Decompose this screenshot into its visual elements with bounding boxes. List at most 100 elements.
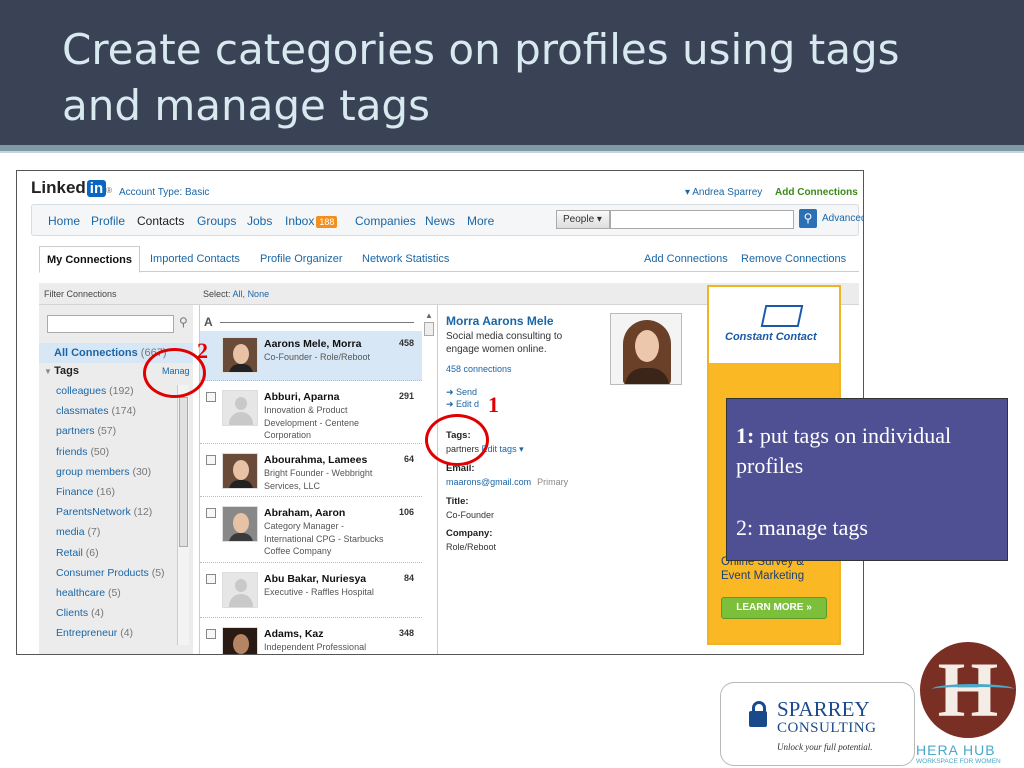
title-label: Title: — [446, 496, 469, 507]
connection-name[interactable]: Abraham, Aaron — [264, 507, 345, 519]
tag-name: friends — [56, 445, 88, 458]
advanced-search-link[interactable]: Advanced — [822, 213, 863, 224]
tag-count: (5) — [107, 586, 121, 599]
slide-title: Create categories on profiles using tags… — [62, 25, 900, 130]
connection-title: Category Manager - International CPG - S… — [264, 521, 384, 556]
avatar — [222, 572, 258, 608]
avatar — [222, 453, 258, 489]
send-message-link[interactable]: ➜ Send — [446, 387, 477, 398]
row-checkbox[interactable] — [206, 392, 216, 402]
add-connections-link[interactable]: Add Connections — [775, 187, 858, 198]
profile-connections-link[interactable]: 458 connections — [446, 364, 512, 374]
row-checkbox[interactable] — [206, 574, 216, 584]
tag-count: (4) — [120, 627, 134, 640]
tag-item[interactable]: Retail (6) — [56, 547, 174, 567]
tag-count: (6) — [85, 546, 99, 559]
connection-row[interactable]: Abburi, Aparna Innovation & Product Deve… — [200, 384, 422, 444]
tag-item[interactable]: classmates (174) — [56, 405, 174, 425]
nav-groups[interactable]: Groups — [197, 214, 236, 228]
nav-more[interactable]: More — [467, 214, 494, 228]
connection-name[interactable]: Abourahma, Lamees — [264, 454, 367, 466]
scrollbar-thumb[interactable] — [424, 322, 434, 336]
learn-more-button[interactable]: LEARN MORE » — [721, 597, 827, 619]
tag-item[interactable]: group members (30) — [56, 466, 174, 486]
select-none-link[interactable]: None — [248, 289, 270, 299]
connection-count: 348 — [398, 628, 414, 638]
tag-item[interactable]: partners (57) — [56, 425, 174, 445]
select-all-link[interactable]: All, — [233, 289, 246, 299]
all-connections-label: All Connections — [54, 347, 138, 359]
inbox-label: Inbox — [285, 214, 315, 228]
search-button[interactable]: ⚲ — [799, 209, 817, 228]
tags-heading[interactable]: ▼ Tags — [44, 365, 79, 377]
row-checkbox[interactable] — [206, 508, 216, 518]
filter-connections-label: Filter Connections — [44, 289, 117, 299]
add-connections-tab-link[interactable]: Add Connections — [644, 253, 728, 265]
select-controls: Select: All, None — [203, 289, 269, 299]
connection-name[interactable]: Aarons Mele, Morra — [264, 338, 361, 350]
tag-item[interactable]: Finance (16) — [56, 486, 174, 506]
connections-scrollbar[interactable]: ▲ — [423, 311, 435, 351]
search-input[interactable] — [610, 210, 794, 229]
connection-name[interactable]: Abu Bakar, Nuriesya — [264, 573, 366, 585]
tag-item[interactable]: ParentsNetwork (12) — [56, 506, 174, 526]
connection-row[interactable]: Adams, Kaz Independent Professional 348 — [200, 621, 422, 654]
connection-row[interactable]: Abourahma, Lamees Bright Founder - Webbr… — [200, 447, 422, 497]
tab-profile-organizer[interactable]: Profile Organizer — [260, 253, 343, 265]
search-type-select[interactable]: People ▾ — [556, 210, 610, 229]
connection-row[interactable]: Aarons Mele, Morra Co-Founder - Role/Reb… — [200, 331, 422, 381]
connection-row[interactable]: Abraham, Aaron Category Manager - Intern… — [200, 500, 422, 563]
hera-name: HERA HUB — [916, 742, 996, 758]
remove-connections-link[interactable]: Remove Connections — [741, 253, 846, 265]
tab-my-connections[interactable]: My Connections — [39, 246, 140, 273]
tab-imported-contacts[interactable]: Imported Contacts — [150, 253, 240, 265]
row-checkbox[interactable] — [206, 455, 216, 465]
tag-item[interactable]: Entrepreneur (4) — [56, 627, 174, 647]
tag-item[interactable]: Clients (4) — [56, 607, 174, 627]
profile-company: Role/Reboot — [446, 542, 497, 552]
user-menu[interactable]: ▾ Andrea Sparrey — [685, 187, 762, 198]
tag-list: colleagues (192) classmates (174) partne… — [56, 385, 174, 647]
tags-heading-label: Tags — [54, 365, 79, 377]
nav-companies[interactable]: Companies — [355, 214, 416, 228]
callout-step-1-text: put tags on individual profiles — [736, 423, 952, 478]
tab-network-statistics[interactable]: Network Statistics — [362, 253, 449, 265]
select-prefix: Select: — [203, 289, 231, 299]
search-icon[interactable]: ⚲ — [179, 315, 188, 329]
tag-item[interactable]: healthcare (5) — [56, 587, 174, 607]
profile-name[interactable]: Morra Aarons Mele — [446, 314, 554, 328]
nav-jobs[interactable]: Jobs — [247, 214, 272, 228]
connection-count: 84 — [403, 573, 414, 583]
scroll-up-icon[interactable]: ▲ — [423, 311, 435, 320]
connection-name[interactable]: Adams, Kaz — [264, 628, 324, 640]
annotation-number-1: 1 — [488, 392, 499, 417]
slide: Create categories on profiles using tags… — [0, 0, 1024, 768]
connection-row[interactable]: Abu Bakar, Nuriesya Executive - Raffles … — [200, 566, 422, 618]
email-link[interactable]: maarons@gmail.com — [446, 477, 531, 487]
connection-title: Innovation & Product Development - Cente… — [264, 405, 360, 440]
profile-detail: Morra Aarons Mele Social media consultin… — [437, 305, 693, 654]
filter-input[interactable] — [47, 315, 174, 333]
tag-item[interactable]: friends (50) — [56, 446, 174, 466]
tag-count: (12) — [133, 506, 153, 519]
row-checkbox[interactable] — [206, 629, 216, 639]
nav-news[interactable]: News — [425, 214, 455, 228]
tag-name: Consumer Products — [56, 566, 149, 579]
avatar — [222, 337, 258, 373]
nav-contacts[interactable]: Contacts — [137, 214, 184, 228]
tag-item[interactable]: media (7) — [56, 526, 174, 546]
avatar — [222, 390, 258, 426]
scrollbar-thumb[interactable] — [179, 397, 188, 547]
nav-home[interactable]: Home — [48, 214, 80, 228]
connection-name[interactable]: Abburi, Aparna — [264, 391, 339, 403]
callout-step-2: 2: manage tags — [736, 515, 868, 540]
edit-details-link[interactable]: ➜ Edit d — [446, 399, 479, 410]
nav-inbox[interactable]: Inbox 188 — [285, 214, 338, 228]
account-type: Account Type: Basic — [119, 187, 210, 198]
email-primary-label: Primary — [537, 477, 569, 487]
tag-list-scrollbar[interactable] — [177, 385, 189, 645]
title-stripe-light — [0, 151, 1024, 153]
linkedin-logo[interactable]: Linked in ® — [31, 178, 112, 198]
tag-item[interactable]: Consumer Products (5) — [56, 567, 174, 587]
nav-profile[interactable]: Profile — [91, 214, 125, 228]
